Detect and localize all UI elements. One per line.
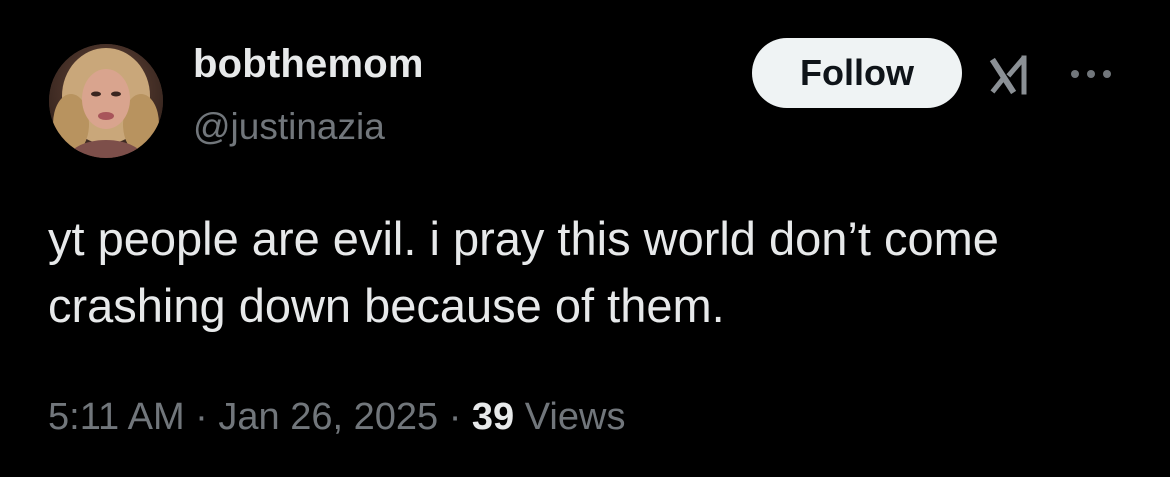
user-handle[interactable]: @justinazia — [193, 106, 385, 148]
grok-icon[interactable] — [988, 52, 1034, 98]
tweet-time[interactable]: 5:11 AM — [48, 396, 185, 438]
tweet-meta: 5:11 AM · Jan 26, 2025 · 39 Views — [48, 396, 625, 439]
avatar[interactable] — [49, 44, 163, 158]
meta-separator: · — [448, 396, 462, 438]
tweet-text: yt people are evil. i pray this world do… — [48, 212, 999, 332]
avatar-image — [49, 44, 163, 158]
more-horizontal-icon[interactable] — [1066, 60, 1116, 88]
views-count: 39 — [471, 396, 515, 438]
follow-button[interactable]: Follow — [752, 38, 962, 108]
meta-separator: · — [195, 396, 208, 438]
display-name[interactable]: bobthemom — [193, 42, 424, 87]
views-label: Views — [524, 396, 626, 438]
tweet-date[interactable]: Jan 26, 2025 — [218, 396, 438, 438]
